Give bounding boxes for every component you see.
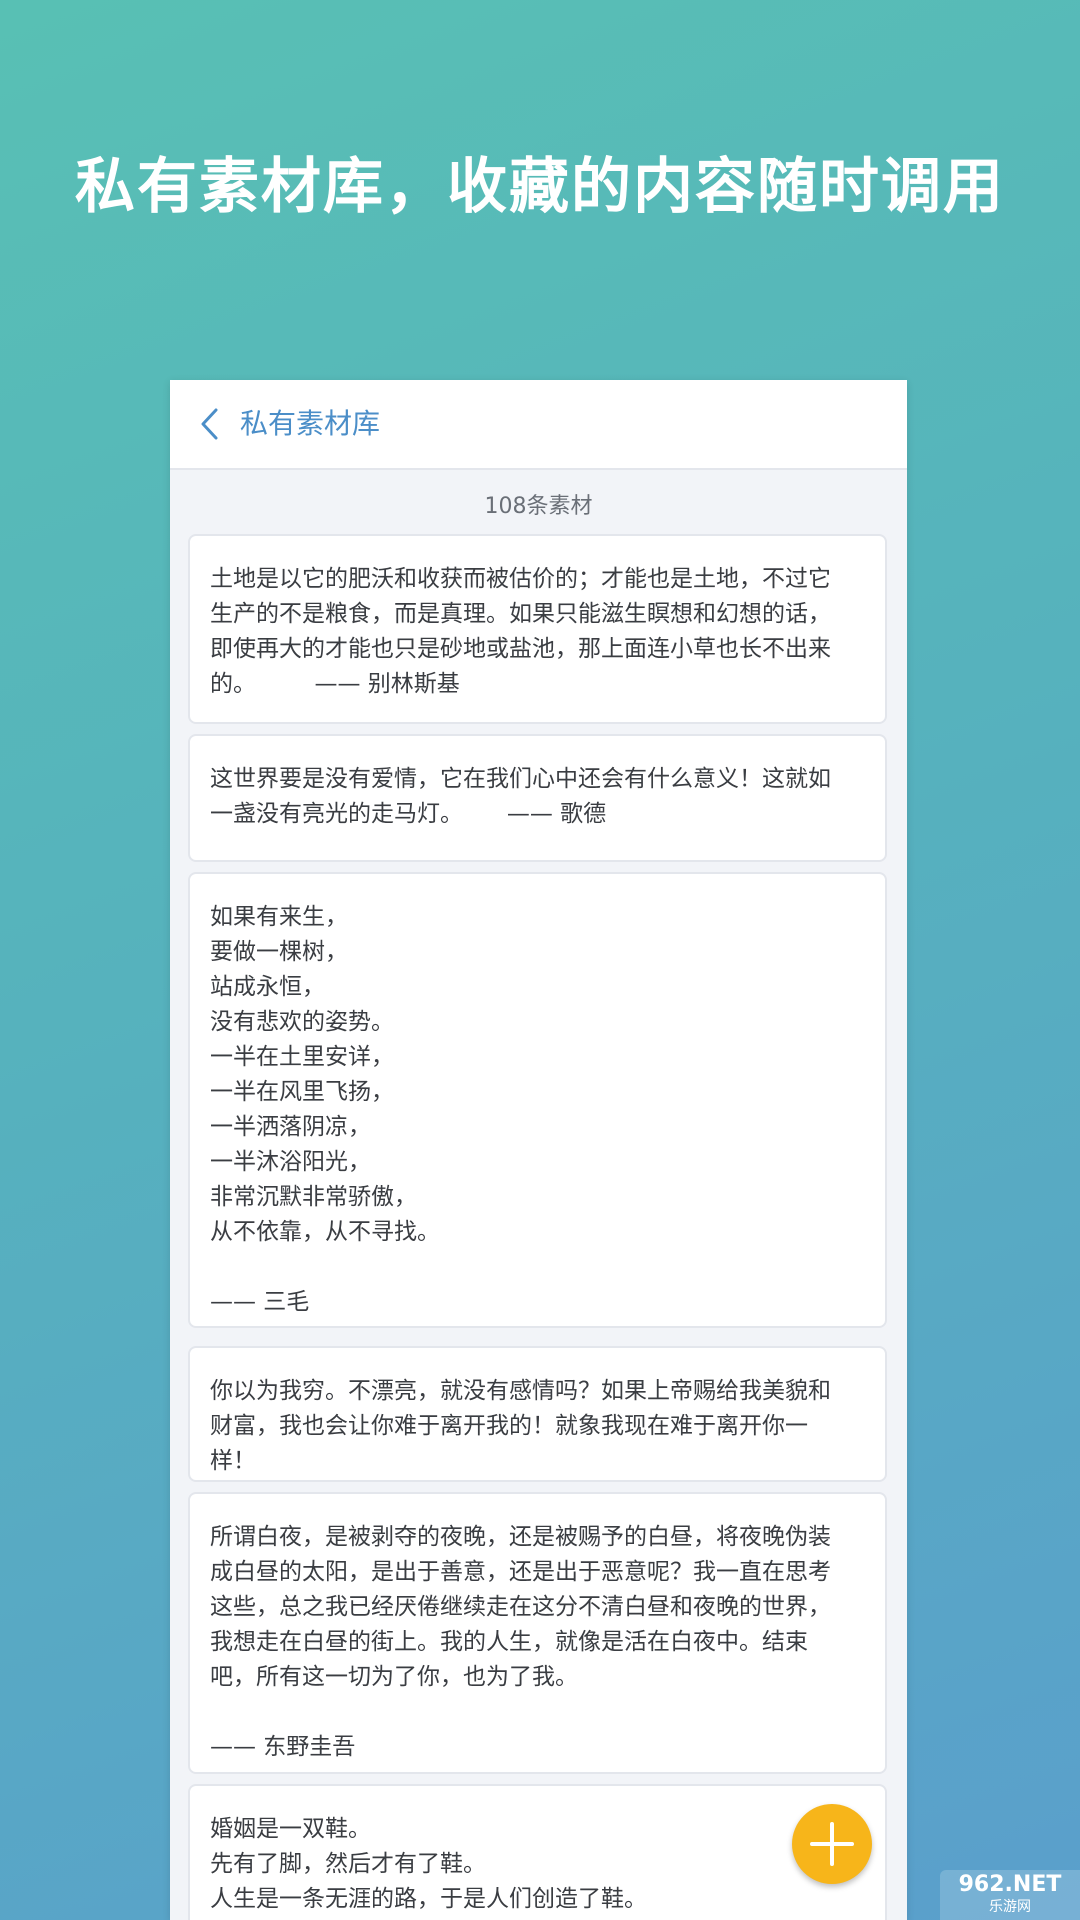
material-card[interactable]: 土地是以它的肥沃和收获而被估价的；才能也是土地，不过它 生产的不是粮食，而是真理… [188,534,887,724]
phone-screen: 私有素材库 108条素材 土地是以它的肥沃和收获而被估价的；才能也是土地，不过它… [170,380,907,1920]
material-card[interactable]: 婚姻是一双鞋。 先有了脚，然后才有了鞋。 人生是一条无涯的路，于是人们创造了鞋。 [188,1784,887,1920]
plus-icon [810,1822,854,1866]
card-text: 所谓白夜，是被剥夺的夜晚，还是被赐予的白昼，将夜晚伪装 成白昼的太阳，是出于善意… [210,1524,831,1760]
watermark-main: 962.NET [958,1872,1062,1897]
card-text: 这世界要是没有爱情，它在我们心中还会有什么意义！这就如 一盏没有亮光的走马灯。 … [210,766,831,827]
material-count: 108条素材 [484,494,593,519]
card-text: 婚姻是一双鞋。 先有了脚，然后才有了鞋。 人生是一条无涯的路，于是人们创造了鞋。 [210,1816,647,1912]
page-title: 私有素材库 [240,407,381,440]
app-header: 私有素材库 [170,380,907,470]
watermark-sub: 乐游网 [989,1899,1031,1915]
card-text: 土地是以它的肥沃和收获而被估价的；才能也是土地，不过它 生产的不是粮食，而是真理… [210,566,831,697]
material-card[interactable]: 你以为我穷。不漂亮，就没有感情吗？如果上帝赐给我美貌和 财富，我也会让你难于离开… [188,1346,887,1482]
chevron-left-icon[interactable] [196,406,226,442]
material-card[interactable]: 如果有来生， 要做一棵树， 站成永恒， 没有悲欢的姿势。 一半在土里安详， 一半… [188,872,887,1328]
card-text: 如果有来生， 要做一棵树， 站成永恒， 没有悲欢的姿势。 一半在土里安详， 一半… [210,904,440,1315]
material-card[interactable]: 这世界要是没有爱情，它在我们心中还会有什么意义！这就如 一盏没有亮光的走马灯。 … [188,734,887,862]
material-card[interactable]: 所谓白夜，是被剥夺的夜晚，还是被赐予的白昼，将夜晚伪装 成白昼的太阳，是出于善意… [188,1492,887,1774]
card-text: 你以为我穷。不漂亮，就没有感情吗？如果上帝赐给我美貌和 财富，我也会让你难于离开… [210,1378,831,1474]
site-watermark: 962.NET 乐游网 [940,1870,1080,1920]
promo-headline: 私有素材库，收藏的内容随时调用 [75,152,1005,222]
add-material-button[interactable] [792,1804,872,1884]
